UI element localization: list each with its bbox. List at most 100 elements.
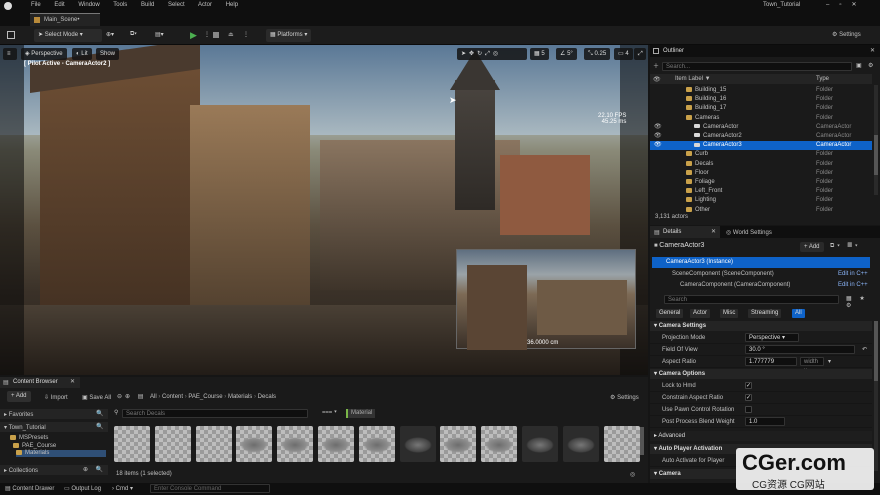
visibility-icon[interactable]: 👁 [654, 123, 662, 132]
folder-add-icon[interactable]: ▣ [856, 62, 862, 69]
outliner-search-input[interactable]: Search... [662, 62, 852, 71]
import-button[interactable]: ⇩ Import [44, 394, 68, 401]
filter-icon[interactable]: ⚲ [114, 409, 120, 416]
fov-input[interactable]: 30.0 ° [745, 345, 855, 354]
asset-thumbnail[interactable] [522, 426, 558, 462]
scroll-thumb[interactable] [874, 135, 878, 175]
asset-thumbnail[interactable] [154, 426, 191, 462]
section-camera-options[interactable]: ▾ Camera Options [650, 369, 872, 379]
aspect-preset[interactable]: width x [800, 357, 824, 374]
visibility-icon[interactable]: 👁 [654, 141, 662, 150]
settings-button[interactable]: ⚙ Settings [832, 31, 861, 38]
outliner-row[interactable]: Foliage Folder [650, 178, 872, 187]
tab-world-settings[interactable]: ◎ World Settings [726, 229, 772, 236]
outliner-row[interactable]: Floor Folder [650, 169, 872, 178]
maximize-viewport-button[interactable]: ⤢ [634, 48, 646, 60]
asset-thumbnail[interactable] [399, 426, 436, 462]
play-icon[interactable]: ▶ [190, 30, 197, 41]
blueprint-icon[interactable]: ⧉▾ [130, 31, 137, 38]
view-options-icon[interactable]: ◎ [630, 471, 635, 478]
breadcrumb-item[interactable]: PAE_Course [188, 394, 222, 400]
breadcrumb-item[interactable]: Decals [258, 394, 276, 400]
chevron-down-icon[interactable]: ▾ [828, 356, 831, 368]
move-tool-icon[interactable]: ✥ [469, 51, 477, 57]
search-icon[interactable]: 🔍 [96, 423, 103, 430]
tab-main-scene[interactable]: Main_Scene• [30, 13, 100, 26]
asset-search-input[interactable]: Search Decals [122, 409, 308, 418]
select-tool-icon[interactable]: ➤ [461, 51, 469, 57]
filter-chip[interactable]: Material [346, 409, 376, 418]
content-drawer-button[interactable]: ▤ Content Drawer [5, 485, 54, 492]
edit-in-cpp-link[interactable]: Edit in C++ [838, 269, 868, 280]
details-scrollbar[interactable] [874, 321, 878, 471]
content-scrollbar[interactable] [640, 427, 644, 455]
gear-icon[interactable]: ⚙ [868, 62, 873, 69]
window-controls[interactable]: –▫✕ [826, 1, 867, 8]
add-component-button[interactable]: + Add [800, 242, 824, 252]
breadcrumb-item[interactable]: Content [162, 394, 183, 400]
console-input[interactable]: Enter Console Command [150, 484, 270, 493]
eye-icon[interactable]: 👁 [653, 76, 661, 83]
scale-snap[interactable]: ⤡ 0.25 [584, 48, 611, 60]
close-icon[interactable]: ✕ [711, 228, 716, 235]
content-settings-button[interactable]: ⚙ Settings [610, 394, 639, 401]
search-icon[interactable]: 🔍 [96, 410, 103, 417]
collection-actions[interactable]: ⊕ 🔍 [83, 466, 106, 473]
cmd-button[interactable]: › Cmd ▾ [112, 485, 133, 492]
asset-thumbnail[interactable] [318, 426, 354, 462]
add-button[interactable]: + Add [7, 391, 31, 402]
outliner-row[interactable]: 👁 CameraActor3 CameraActor [650, 141, 872, 151]
breadcrumb-item[interactable]: All [150, 394, 157, 400]
favorites-header[interactable]: ▸ Favorites 🔍 [0, 409, 108, 419]
show-button[interactable]: Show [96, 48, 120, 60]
rotate-tool-icon[interactable]: ↻ [477, 51, 485, 57]
save-all-button[interactable]: ▣ Save All [82, 394, 111, 401]
level-viewport[interactable]: ≡ ◈ Perspective ◐ Lit Show [ Pilot Activ… [0, 45, 648, 375]
outliner-row[interactable]: Building_17 Folder [650, 104, 872, 113]
asset-thumbnail[interactable] [603, 426, 640, 462]
menu-tools[interactable]: Tools [113, 2, 127, 8]
details-search-input[interactable]: Search [664, 295, 839, 304]
menu-select[interactable]: Select [168, 2, 185, 8]
grid-snap[interactable]: ▦ 5 [530, 48, 549, 60]
cinematics-icon[interactable]: ▤▾ [155, 31, 164, 38]
blueprint-actions[interactable]: ⧉▾ ▦▾ [830, 243, 861, 250]
perspective-button[interactable]: ◈ Perspective [21, 48, 67, 60]
folder-tree-item[interactable]: MSPresets [10, 435, 106, 442]
lit-button[interactable]: ◐ Lit [72, 48, 92, 60]
menu-edit[interactable]: Edit [54, 2, 64, 8]
tab-content-browser[interactable]: ▤ Content Browser ✕ [0, 377, 80, 388]
close-icon[interactable]: ✕ [70, 378, 75, 385]
rotation-snap[interactable]: ∠ 5° [556, 48, 577, 60]
asset-thumbnail[interactable] [358, 426, 395, 462]
platforms-button[interactable]: ▦ Platforms ▾ [266, 29, 312, 42]
filter-tab[interactable]: Streaming [748, 309, 782, 318]
instance-row[interactable]: CameraActor3 (Instance) [652, 257, 870, 268]
asset-thumbnail[interactable] [440, 426, 477, 462]
asset-thumbnail[interactable] [114, 426, 150, 462]
outliner-row[interactable]: Left_Front Folder [650, 187, 872, 196]
filter-tab[interactable]: All [792, 309, 805, 318]
tree-header[interactable]: ▾ Town_Tutorial 🔍 [0, 422, 108, 432]
projection-mode-select[interactable]: Perspective ▾ [745, 333, 799, 342]
breadcrumb-item[interactable]: Materials [228, 394, 252, 400]
aspect-input[interactable]: 1.777779 [745, 357, 797, 366]
transform-tools[interactable]: ➤✥↻⤢◎ [457, 48, 527, 60]
col-item-label[interactable]: Item Label ▼ [675, 76, 711, 82]
filter-tab[interactable]: Misc [720, 309, 739, 318]
folder-tree-item[interactable]: PAE_Course [13, 442, 106, 450]
filter-dropdown[interactable]: ⩶ ▾ [322, 409, 337, 416]
section-camera-settings[interactable]: ▾ Camera Settings [650, 321, 872, 331]
filter-tab[interactable]: General [656, 309, 684, 318]
lock-hmd-checkbox[interactable]: ✓ [745, 382, 752, 389]
folder-tree-item[interactable]: Materials [16, 450, 106, 457]
outliner-row[interactable]: Curb Folder [650, 150, 872, 159]
outliner-row[interactable]: Building_15 Folder [650, 86, 872, 95]
outliner-row[interactable]: 👁 CameraActor2 CameraActor [650, 132, 872, 141]
menu-actor[interactable]: Actor [198, 2, 212, 8]
collections-header[interactable]: ▸ Collections ⊕ 🔍 [0, 465, 108, 475]
menu-window[interactable]: Window [78, 2, 99, 8]
scale-tool-icon[interactable]: ⤢ [485, 51, 493, 57]
component-row[interactable]: CameraComponent (CameraComponent) Edit in… [652, 280, 870, 291]
reset-icon[interactable]: ↶ [862, 344, 867, 356]
